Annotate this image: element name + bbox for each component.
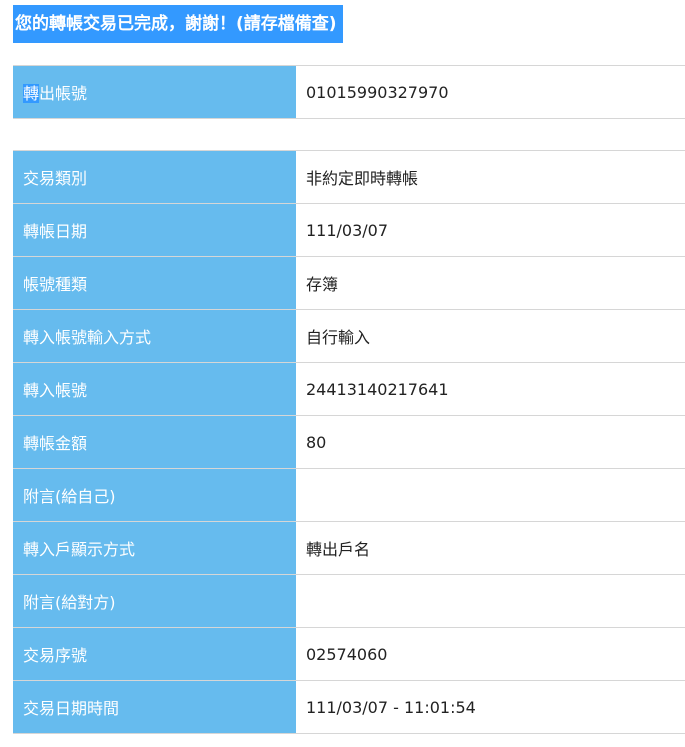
transfer-date-value: 111/03/07 [296,203,685,257]
transaction-type-label: 交易類別 [13,150,296,204]
transaction-serial-label: 交易序號 [13,627,296,681]
destination-account-value: 24413140217641 [296,362,685,416]
transaction-datetime-label: 交易日期時間 [13,680,296,734]
table-row: 交易類別 非約定即時轉帳 [13,150,685,204]
account-type-label: 帳號種類 [13,256,296,310]
recipient-display-value: 轉出戶名 [296,521,685,575]
transfer-amount-label: 轉帳金額 [13,415,296,469]
table-row: 交易日期時間 111/03/07 - 11:01:54 [13,680,685,734]
input-method-value: 自行輸入 [296,309,685,363]
table-row: 轉入帳號輸入方式 自行輸入 [13,309,685,363]
table-row: 轉入戶顯示方式 轉出戶名 [13,521,685,575]
transfer-details-table: 交易類別 非約定即時轉帳 轉帳日期 111/03/07 帳號種類 存簿 轉入帳號… [13,150,685,734]
table-row: 轉帳日期 111/03/07 [13,203,685,257]
table-row: 轉入帳號 24413140217641 [13,362,685,416]
account-type-value: 存簿 [296,256,685,310]
memo-self-value [296,468,685,522]
table-row: 轉帳金額 80 [13,415,685,469]
transfer-amount-value: 80 [296,415,685,469]
source-account-label: 轉出帳號 [13,65,296,119]
transaction-type-value: 非約定即時轉帳 [296,150,685,204]
source-account-table: 轉出帳號 01015990327970 [13,65,685,119]
page-title: 您的轉帳交易已完成，謝謝！(請存檔備查) [13,5,343,43]
memo-recipient-label: 附言(給對方) [13,574,296,628]
table-row: 交易序號 02574060 [13,627,685,681]
input-method-label: 轉入帳號輸入方式 [13,309,296,363]
transaction-serial-value: 02574060 [296,627,685,681]
selected-text: 轉 [23,84,40,103]
table-row: 附言(給對方) [13,574,685,628]
source-account-label-text: 出帳號 [39,84,88,103]
table-row: 附言(給自己) [13,468,685,522]
table-row: 轉出帳號 01015990327970 [13,65,685,119]
memo-recipient-value [296,574,685,628]
memo-self-label: 附言(給自己) [13,468,296,522]
transaction-datetime-value: 111/03/07 - 11:01:54 [296,680,685,734]
recipient-display-label: 轉入戶顯示方式 [13,521,296,575]
source-account-value: 01015990327970 [296,65,685,119]
transfer-date-label: 轉帳日期 [13,203,296,257]
table-row: 帳號種類 存簿 [13,256,685,310]
destination-account-label: 轉入帳號 [13,362,296,416]
